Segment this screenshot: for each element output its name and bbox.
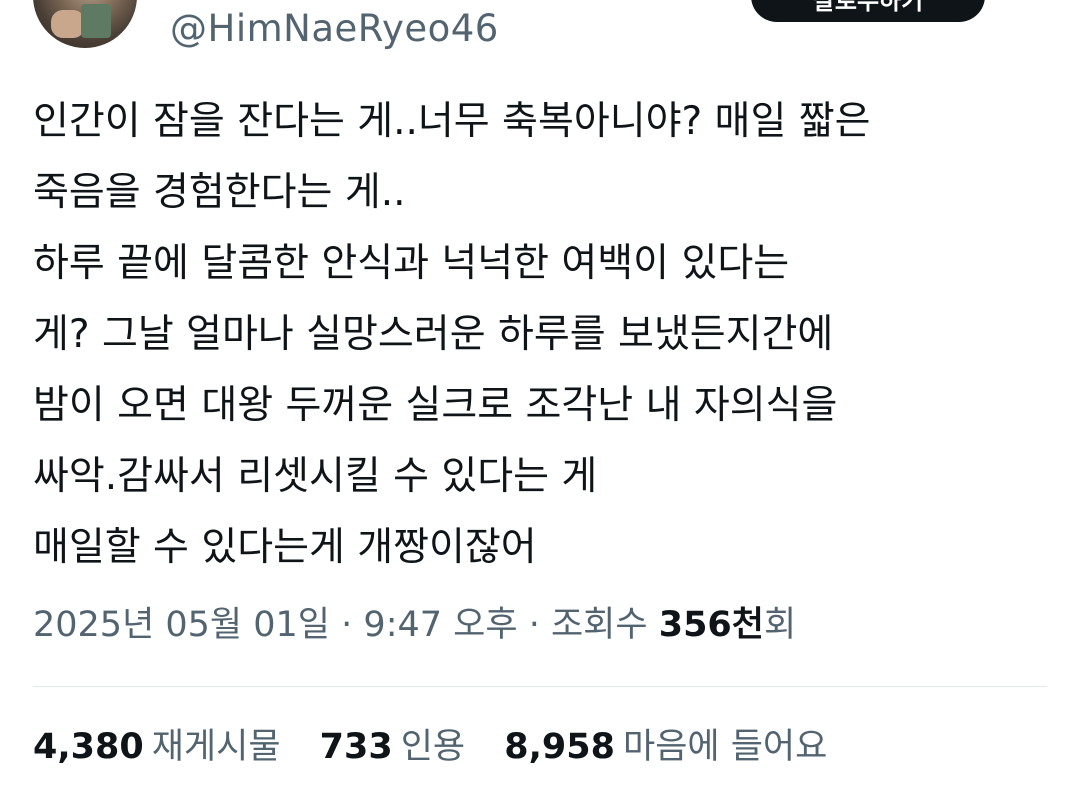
likes-count: 8,958: [504, 727, 615, 767]
tweet-text-line: 죽음을 경험한다는 게..: [33, 170, 406, 215]
views-suffix: 회: [763, 605, 797, 645]
more-horizontal-icon[interactable]: [1012, 0, 1042, 12]
tweet-text-line: 인간이 잠을 잔다는 게..너무 축복아니야? 매일 짧은: [33, 99, 871, 144]
tweet-text-line: 매일할 수 있다는게 개짱이잖어: [33, 525, 537, 570]
tweet-text-line: 하루 끝에 달콤한 안식과 넉넉한 여백이 있다는: [33, 241, 790, 286]
tweet-date[interactable]: 2025년 05월 01일: [33, 605, 330, 645]
likes-stat[interactable]: 8,958 마음에 들어요: [504, 722, 827, 772]
likes-label: 마음에 들어요: [623, 727, 828, 767]
avatar[interactable]: [33, 0, 137, 48]
tweet-text-line: 싸악.감싸서 리셋시킬 수 있다는 게: [33, 454, 598, 499]
quotes-count: 733: [319, 727, 393, 767]
tweet-detail-view: @HimNaeRyeo46 팔로우하기 인간이 잠을 잔다는 게..너무 축복아…: [0, 0, 1080, 798]
tweet-metadata: 2025년 05월 01일 · 9:47 오후 · 조회수 356천회: [33, 600, 796, 650]
meta-separator: ·: [528, 605, 540, 645]
quotes-stat[interactable]: 733 인용: [320, 722, 465, 772]
quotes-label: 인용: [400, 727, 466, 767]
reposts-stat[interactable]: 4,380 재게시물: [33, 722, 281, 772]
meta-separator: ·: [341, 605, 353, 645]
tweet-time[interactable]: 9:47 오후: [363, 605, 517, 645]
tweet-text-line: 게? 그날 얼마나 실망스러운 하루를 보냈든지간에: [33, 312, 834, 357]
user-handle[interactable]: @HimNaeRyeo46: [170, 5, 499, 53]
avatar-hand-shape: [51, 10, 85, 38]
reposts-count: 4,380: [33, 727, 144, 767]
follow-button[interactable]: 팔로우하기: [751, 0, 985, 22]
divider: [33, 686, 1047, 687]
avatar-cup-shape: [81, 4, 111, 38]
views-count: 356천: [658, 605, 764, 645]
reposts-label: 재게시물: [151, 727, 281, 767]
tweet-text-line: 밤이 오면 대왕 두꺼운 실크로 조각난 내 자의식을: [33, 383, 838, 428]
views-label: 조회수: [550, 605, 648, 645]
tweet-text: 인간이 잠을 잔다는 게..너무 축복아니야? 매일 짧은 죽음을 경험한다는 …: [33, 86, 1043, 583]
engagement-stats: 4,380 재게시물 733 인용 8,958 마음에 들어요: [33, 722, 855, 772]
